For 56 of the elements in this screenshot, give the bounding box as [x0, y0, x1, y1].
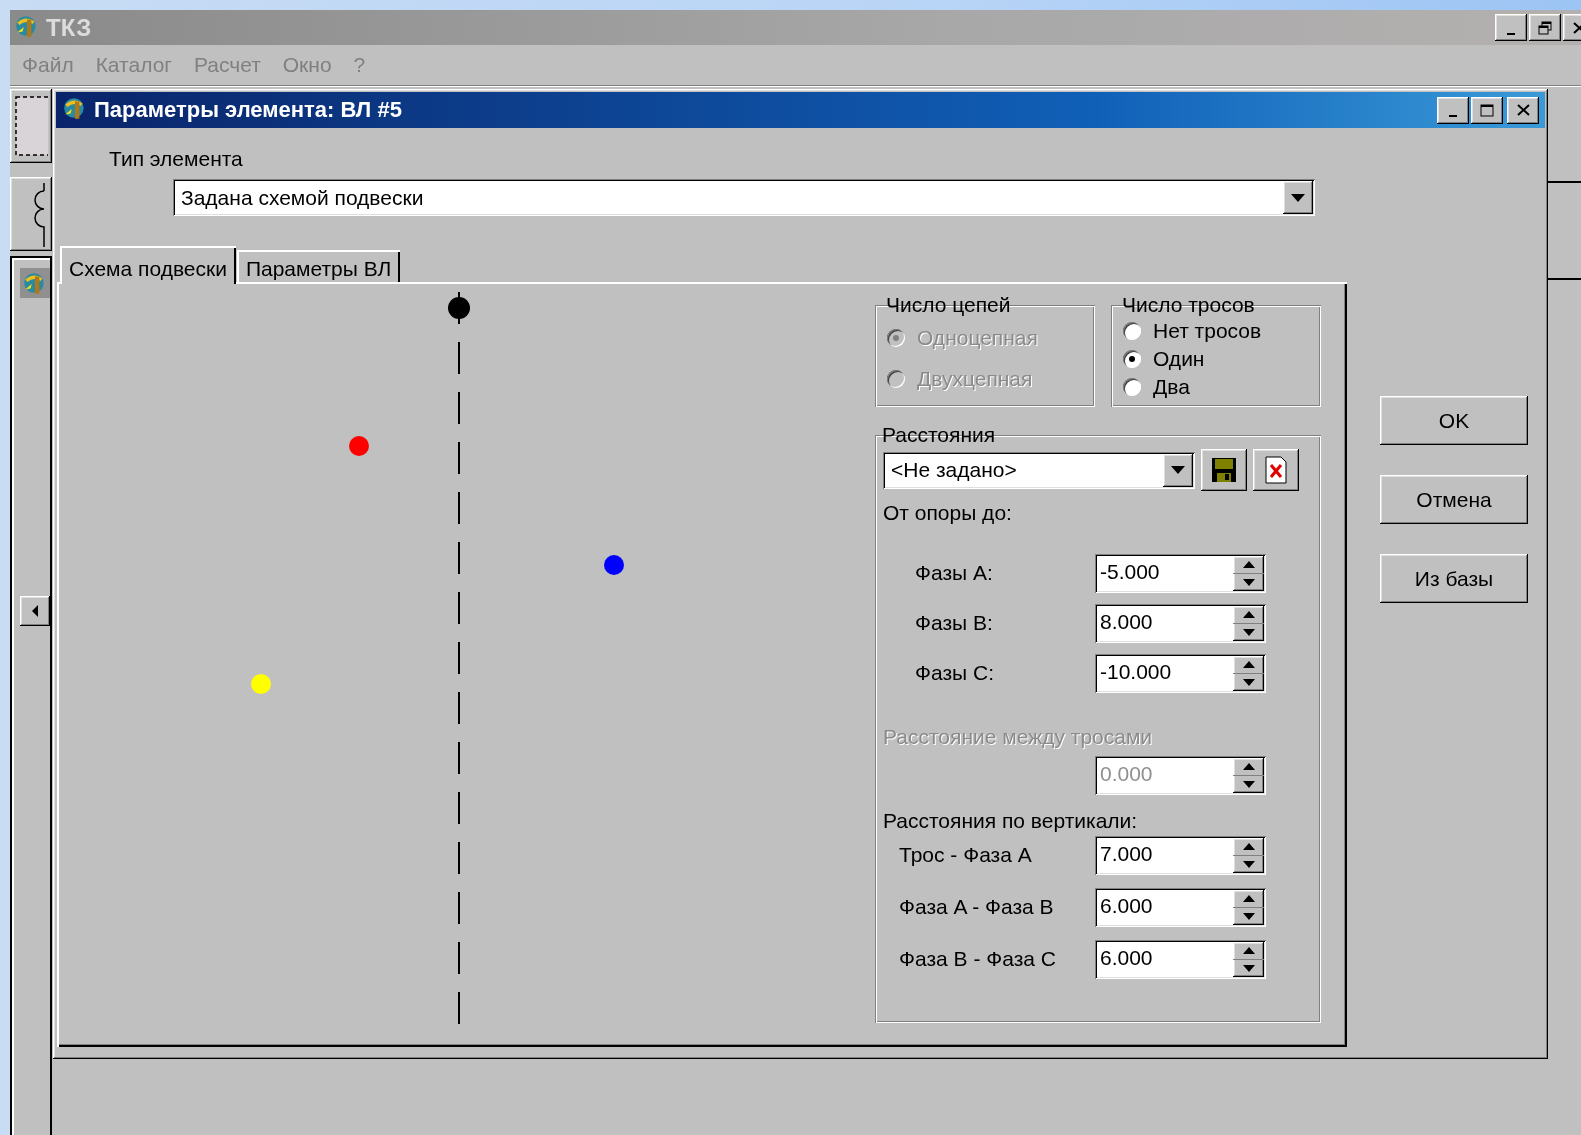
cancel-button[interactable]: Отмена — [1380, 475, 1528, 524]
group-title: Число тросов — [1121, 295, 1256, 315]
app-title: ТКЗ — [46, 13, 92, 42]
delete-button[interactable] — [1253, 449, 1299, 491]
minimize-button[interactable] — [1437, 96, 1469, 124]
number-field[interactable]: 6.000 — [1095, 939, 1266, 979]
save-button[interactable] — [1201, 449, 1247, 491]
restore-icon — [1538, 20, 1552, 35]
dialog-title: Параметры элемента: ВЛ #5 — [94, 97, 402, 123]
radio-option[interactable]: Два — [1123, 373, 1309, 401]
radio-option[interactable]: Один — [1123, 345, 1309, 373]
close-icon — [1516, 104, 1530, 116]
field-label: Фазы B: — [914, 611, 994, 635]
section-label: Расстояния по вертикали: — [883, 809, 1139, 833]
number-field[interactable]: 6.000 — [1095, 887, 1266, 927]
spinner-button[interactable] — [1233, 837, 1264, 873]
close-icon — [1572, 21, 1581, 34]
ok-button[interactable]: OK — [1380, 396, 1528, 445]
field-label: Фазы A: — [914, 561, 994, 585]
field-label: Фаза A - Фаза B — [898, 895, 1055, 919]
minimize-button[interactable] — [1495, 14, 1527, 41]
delete-document-icon — [1263, 455, 1289, 485]
number-field[interactable]: 8.000 — [1095, 603, 1266, 643]
field-label: Тип элемента — [109, 147, 243, 171]
group-title: Расстояния — [881, 425, 997, 445]
number-field[interactable]: -10.000 — [1095, 653, 1266, 693]
maximize-button[interactable] — [1471, 96, 1503, 124]
app-icon — [20, 268, 50, 298]
restore-button[interactable] — [1529, 14, 1561, 41]
spinner-button[interactable] — [1233, 889, 1264, 925]
minimize-icon — [1449, 115, 1457, 117]
field-label: Трос - Фаза A — [898, 843, 1033, 867]
spinner-button[interactable] — [1233, 941, 1264, 977]
spinner-button[interactable] — [1233, 555, 1264, 591]
close-button[interactable] — [1507, 96, 1539, 124]
dashed-frame-icon — [14, 95, 48, 157]
group-title: Число цепей — [885, 295, 1012, 315]
radio-option[interactable]: Нет тросов — [1123, 317, 1309, 345]
coil-icon — [34, 183, 46, 247]
scroll-left-button[interactable] — [20, 596, 50, 626]
spinner-button[interactable] — [1233, 655, 1264, 691]
maximize-icon — [1480, 103, 1494, 117]
element-type-dropdown[interactable]: Задана схемой подвески — [173, 179, 1315, 216]
from-database-button[interactable]: Из базы — [1380, 554, 1528, 603]
spinner-button[interactable] — [1233, 605, 1264, 641]
left-arrow-icon — [30, 604, 40, 618]
section-label: От опоры до: — [883, 501, 1013, 525]
tab[interactable]: Параметры ВЛ — [236, 250, 401, 282]
field-label: Расстояние между тросами — [883, 725, 1154, 749]
number-field[interactable]: 7.000 — [1095, 835, 1266, 875]
field-label: Фазы C: — [914, 661, 995, 685]
tab[interactable]: Схема подвески — [60, 246, 236, 284]
field-label: Фаза B - Фаза C — [898, 947, 1057, 971]
preset-dropdown[interactable]: <Не задано> — [883, 451, 1195, 489]
number-field[interactable]: -5.000 — [1095, 553, 1266, 593]
minimize-icon — [1507, 32, 1515, 35]
